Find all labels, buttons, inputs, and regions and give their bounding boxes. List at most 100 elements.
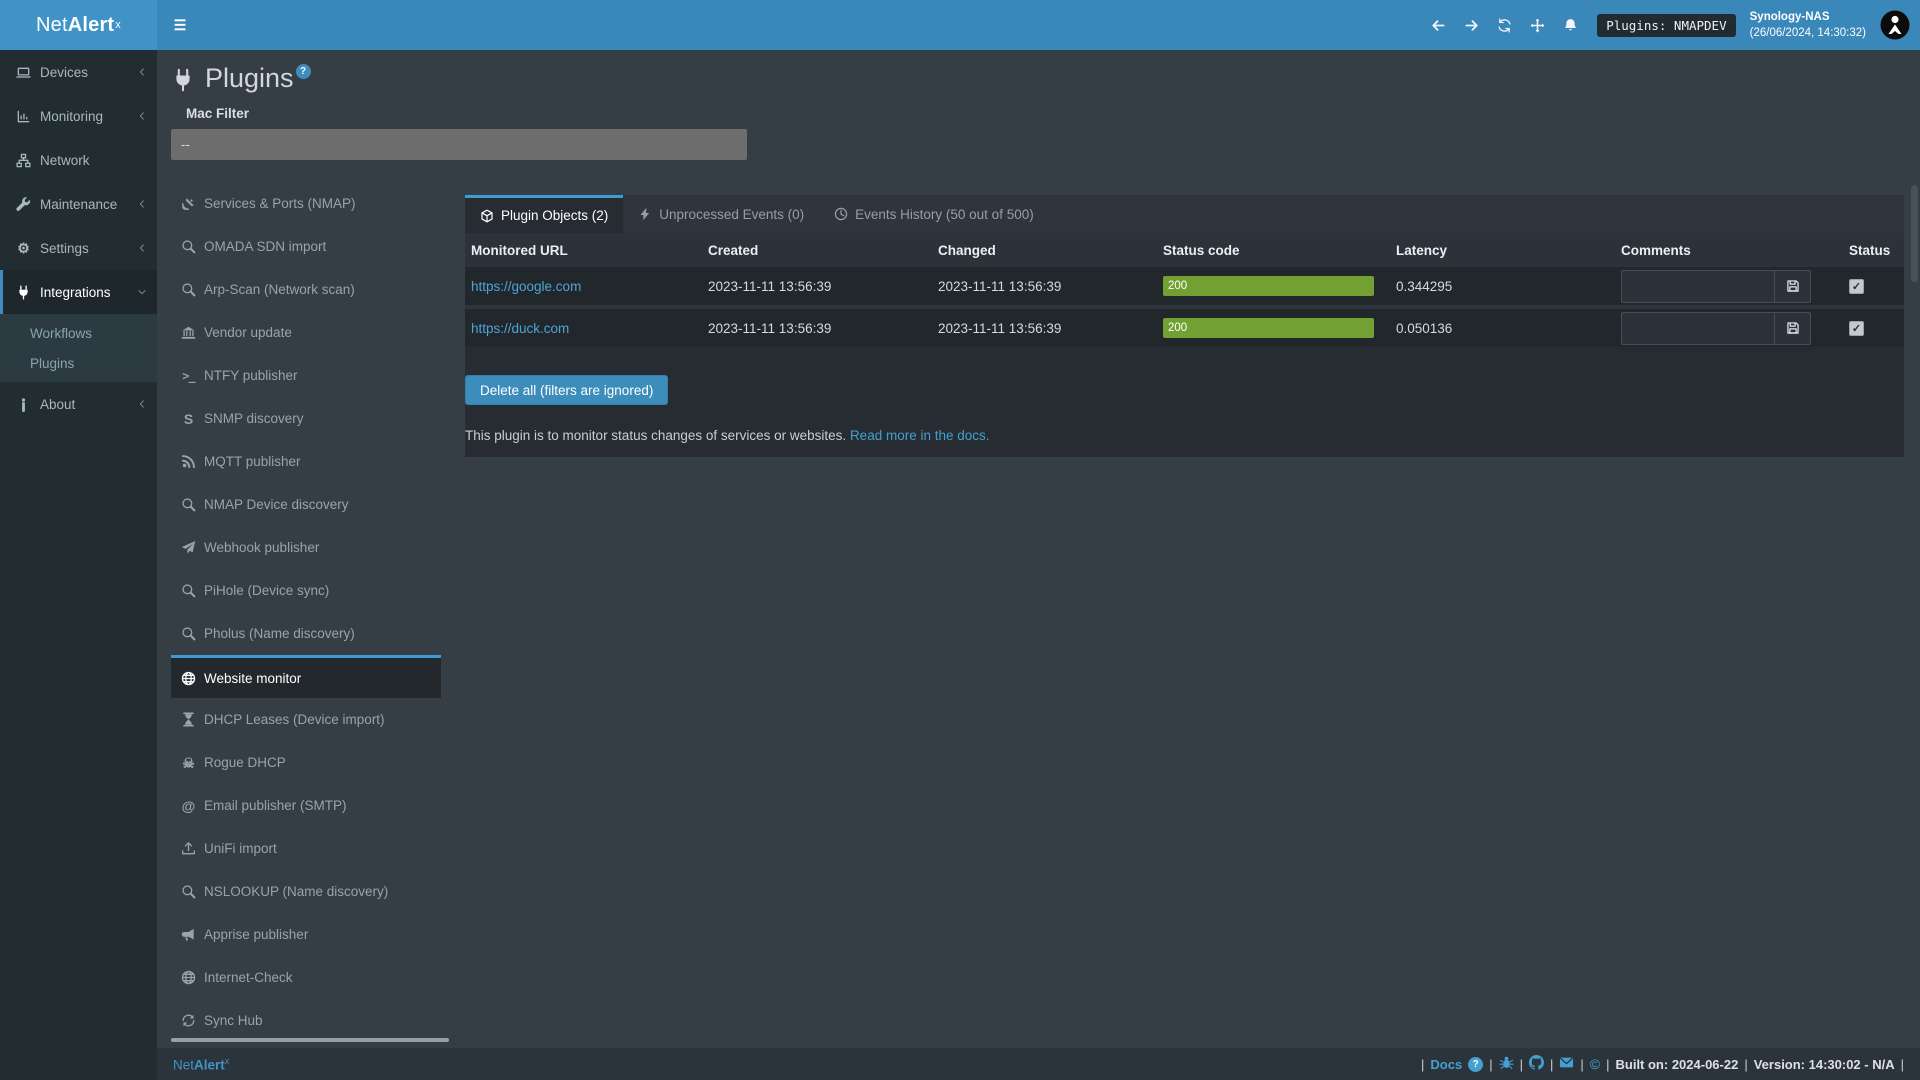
- plugin-menu-item-sync-hub[interactable]: Sync Hub: [171, 999, 441, 1042]
- sidebar-item-devices[interactable]: Devices: [0, 50, 157, 94]
- app-logo[interactable]: NetAlertx: [0, 0, 157, 50]
- globe-icon: [181, 970, 196, 985]
- comment-input[interactable]: [1622, 313, 1774, 344]
- sidebar-item-network[interactable]: Network: [0, 138, 157, 182]
- footer-docs-link[interactable]: Docs: [1430, 1057, 1462, 1072]
- plugin-menu-item-rogue-dhcp[interactable]: ☠Rogue DHCP: [171, 741, 441, 784]
- plugin-menu-item-pholus-name-discovery[interactable]: Pholus (Name discovery): [171, 612, 441, 655]
- save-comment-button[interactable]: [1774, 313, 1810, 344]
- arrow-right-button[interactable]: [1455, 0, 1488, 50]
- page-scrollbar[interactable]: [1911, 185, 1918, 282]
- plugin-menu-item-email-publisher-smtp[interactable]: @Email publisher (SMTP): [171, 784, 441, 827]
- sidebar-item-label: About: [40, 397, 75, 412]
- bell-button[interactable]: [1554, 0, 1587, 50]
- plugin-menu-item-label: Sync Hub: [204, 1013, 263, 1028]
- monitored-url-link[interactable]: https://google.com: [471, 279, 581, 294]
- plugin-menu-item-unifi-import[interactable]: UniFi import: [171, 827, 441, 870]
- plugin-menu-item-label: Webhook publisher: [204, 540, 319, 555]
- sidebar-subitem-label: Workflows: [30, 326, 92, 341]
- floppy-icon: [1786, 321, 1800, 335]
- sidebar-item-monitoring[interactable]: Monitoring: [0, 94, 157, 138]
- comments-cell: [1615, 267, 1843, 307]
- globe-icon: [181, 671, 196, 686]
- plugin-menu-item-snmp-discovery[interactable]: SSNMP discovery: [171, 397, 441, 440]
- bug-report-link[interactable]: [1499, 1055, 1514, 1073]
- sidebar-item-integrations[interactable]: Integrations: [0, 270, 157, 314]
- plugin-menu-item-services-ports-nmap[interactable]: Services & Ports (NMAP): [171, 182, 441, 225]
- sidebar-item-maintenance[interactable]: Maintenance: [0, 182, 157, 226]
- bell-icon: [1563, 18, 1578, 33]
- plugin-menu: Services & Ports (NMAP) OMADA SDN import A…: [171, 182, 441, 1042]
- plugin-menu-item-arp-scan-network-scan[interactable]: Arp-Scan (Network scan): [171, 268, 441, 311]
- plugin-menu-item-nslookup-name-discovery[interactable]: NSLOOKUP (Name discovery): [171, 870, 441, 913]
- user-avatar[interactable]: [1880, 10, 1910, 40]
- move-button[interactable]: [1521, 0, 1554, 50]
- sidebar-subitem-workflows[interactable]: Workflows: [0, 318, 157, 348]
- sidebar-item-label: Settings: [40, 241, 89, 256]
- floppy-icon: [1786, 279, 1800, 293]
- chevron-down-icon: [137, 287, 147, 297]
- hourglass-icon: [181, 712, 196, 727]
- footer-brand[interactable]: NetAlertx: [173, 1056, 229, 1073]
- tab-plugin-objects-2[interactable]: Plugin Objects (2): [465, 195, 623, 233]
- plugin-menu-item-apprise-publisher[interactable]: Apprise publisher: [171, 913, 441, 956]
- footer-version-text: Version: 14:30:02 - N/A: [1754, 1057, 1895, 1072]
- plugin-menu-item-vendor-update[interactable]: Vendor update: [171, 311, 441, 354]
- save-comment-button[interactable]: [1774, 271, 1810, 302]
- refresh-button[interactable]: [1488, 0, 1521, 50]
- sidebar: DevicesMonitoringNetworkMaintenance⚙Sett…: [0, 50, 157, 1080]
- plugin-menu-item-pihole-device-sync[interactable]: PiHole (Device sync): [171, 569, 441, 612]
- help-badge[interactable]: ?: [296, 64, 311, 79]
- delete-all-button[interactable]: Delete all (filters are ignored): [465, 375, 668, 405]
- comment-input-group: [1621, 312, 1811, 345]
- status-checkbox[interactable]: ✓: [1849, 279, 1864, 294]
- bug-icon: [1499, 1055, 1514, 1070]
- sitemap-icon: [16, 153, 31, 168]
- arrow-left-button[interactable]: [1422, 0, 1455, 50]
- mac-filter-input[interactable]: [171, 129, 747, 160]
- footer-built-text: Built on: 2024-06-22: [1616, 1057, 1739, 1072]
- github-link[interactable]: [1529, 1055, 1544, 1073]
- sidebar-item-label: Integrations: [40, 285, 111, 300]
- plugin-menu-item-webhook-publisher[interactable]: Webhook publisher: [171, 526, 441, 569]
- column-header-changed: Changed: [932, 233, 1157, 267]
- question-icon[interactable]: ?: [1468, 1057, 1483, 1072]
- navbar-right: Plugins: NMAPDEV Synology-NAS (26/06/202…: [1422, 0, 1920, 50]
- tab-events-history-50-out-of-500[interactable]: Events History (50 out of 500): [819, 195, 1049, 233]
- plugin-menu-item-dhcp-leases-device-import[interactable]: DHCP Leases (Device import): [171, 698, 441, 741]
- comment-input[interactable]: [1622, 271, 1774, 302]
- table-row: https://google.com2023-11-11 13:56:39202…: [465, 267, 1904, 307]
- server-name: Synology-NAS: [1750, 9, 1866, 25]
- plugin-menu-item-nmap-device-discovery[interactable]: NMAP Device discovery: [171, 483, 441, 526]
- plugin-menu-item-omada-sdn-import[interactable]: OMADA SDN import: [171, 225, 441, 268]
- created-cell: 2023-11-11 13:56:39: [702, 307, 932, 347]
- server-info: Synology-NAS (26/06/2024, 14:30:32): [1750, 9, 1866, 41]
- docs-link[interactable]: Read more in the docs.: [850, 428, 990, 443]
- sidebar-item-settings[interactable]: ⚙Settings: [0, 226, 157, 270]
- plugin-menu-item-label: Services & Ports (NMAP): [204, 196, 356, 211]
- plugin-menu-item-internet-check[interactable]: Internet-Check: [171, 956, 441, 999]
- tab-unprocessed-events-0[interactable]: Unprocessed Events (0): [623, 195, 819, 233]
- plugin-menu-item-website-monitor[interactable]: Website monitor: [171, 655, 441, 698]
- email-link[interactable]: [1559, 1055, 1574, 1073]
- plugin-menu-item-mqtt-publisher[interactable]: MQTT publisher: [171, 440, 441, 483]
- monitored-url-link[interactable]: https://duck.com: [471, 321, 569, 336]
- upload-icon: [181, 841, 196, 856]
- changed-cell: 2023-11-11 13:56:39: [932, 267, 1157, 307]
- plugin-menu-scrollbar[interactable]: [171, 1038, 449, 1042]
- status-checkbox[interactable]: ✓: [1849, 321, 1864, 336]
- tab-label: Plugin Objects (2): [501, 208, 608, 223]
- comment-input-group: [1621, 270, 1811, 303]
- sidebar-item-about[interactable]: About: [0, 382, 157, 426]
- search-icon: [181, 626, 196, 641]
- cube-icon: [480, 209, 494, 223]
- paper-plane-icon: [181, 540, 196, 555]
- brand-bold: Alert: [68, 14, 115, 37]
- chart-icon: [16, 109, 31, 124]
- bank-icon: [181, 325, 196, 340]
- sidebar-subitem-plugins[interactable]: Plugins: [0, 348, 157, 378]
- plugin-menu-item-ntfy-publisher[interactable]: >_NTFY publisher: [171, 354, 441, 397]
- sidebar-toggle-button[interactable]: ☰: [157, 0, 203, 50]
- plugin-menu-item-label: OMADA SDN import: [204, 239, 326, 254]
- copyright-link[interactable]: ©: [1590, 1056, 1600, 1072]
